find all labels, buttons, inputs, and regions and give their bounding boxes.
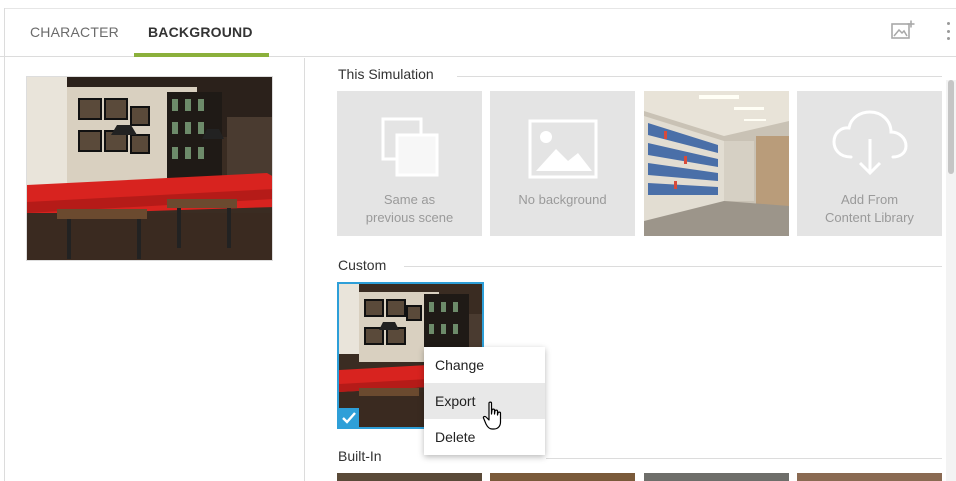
section-divider [546,458,942,459]
builtin-tile[interactable] [337,473,482,481]
more-vertical-icon[interactable] [946,22,950,40]
hand-cursor-icon [482,401,506,436]
copy-icon [381,117,439,177]
tile-same-as-previous[interactable]: Same as previous scene [337,91,482,236]
left-rule [4,8,5,481]
library-photo [644,91,789,236]
tile-label: No background [518,192,607,207]
section-title-custom: Custom [338,257,387,273]
active-tab-indicator [134,53,269,57]
background-preview [26,76,273,261]
cloud-download-icon [832,110,908,176]
tile-no-background[interactable]: No background [490,91,635,236]
section-divider [457,76,942,77]
section-title-this-simulation: This Simulation [338,66,434,82]
add-image-icon[interactable] [891,20,915,45]
builtin-tile[interactable] [490,473,635,481]
tile-label: previous scene [365,210,454,225]
section-divider [404,266,942,267]
section-title-built-in: Built-In [338,448,382,464]
tile-label: Add From [840,192,899,207]
builtin-tile[interactable] [797,473,942,481]
tile-label: Same as [383,192,436,207]
tab-background[interactable]: BACKGROUND [148,24,253,40]
top-rule [4,8,956,9]
builtin-tile[interactable] [644,473,789,481]
panel-divider [304,58,305,481]
menu-item-change[interactable]: Change [424,347,545,383]
tile-add-from-content-library[interactable]: Add From Content Library [797,91,942,236]
image-icon [528,119,598,179]
tile-label: Content Library [825,210,914,225]
tab-character[interactable]: CHARACTER [30,24,119,40]
tile-library-background[interactable] [644,91,789,236]
selected-check-icon [339,408,359,428]
scrollbar-thumb[interactable] [948,80,954,174]
